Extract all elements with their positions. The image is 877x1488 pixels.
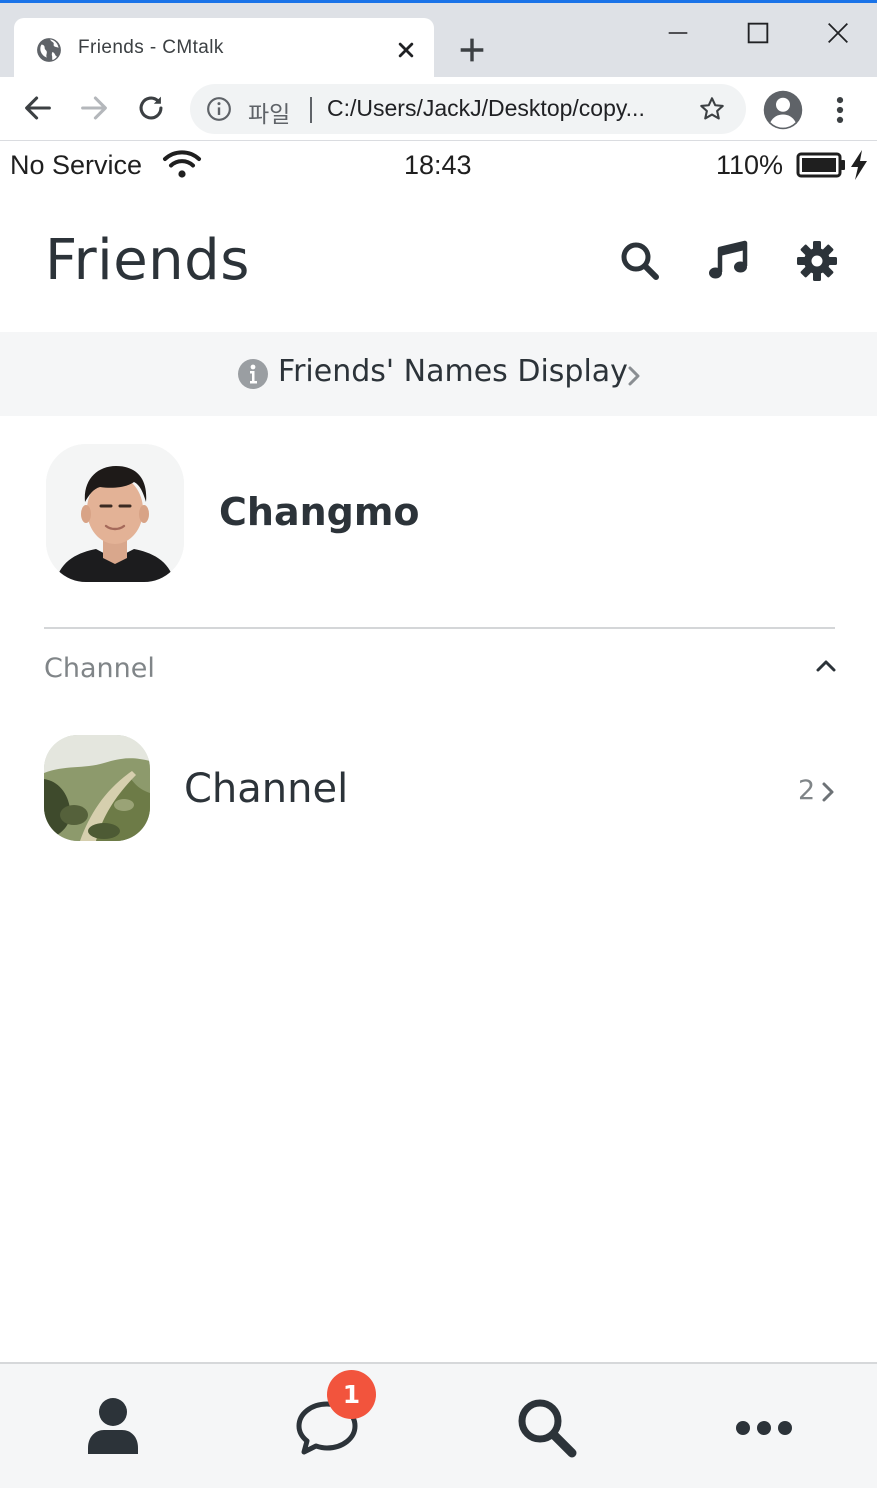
- page-title: Friends: [45, 228, 250, 293]
- avatar[interactable]: [46, 444, 184, 582]
- music-icon[interactable]: [707, 240, 749, 282]
- chevron-up-icon[interactable]: [814, 654, 838, 676]
- charging-bolt-icon: [851, 150, 867, 180]
- minimize-icon[interactable]: [662, 17, 694, 49]
- my-profile-name[interactable]: Changmo: [219, 490, 420, 534]
- section-label: Channel: [44, 653, 155, 684]
- gear-icon[interactable]: [796, 240, 838, 282]
- reload-icon[interactable]: [134, 91, 168, 125]
- tab-strip: Friends - CMtalk: [0, 3, 877, 80]
- more-icon[interactable]: [731, 1394, 797, 1460]
- browser-toolbar: 파일 C:/Users/JackJ/Desktop/copy...: [0, 77, 877, 141]
- bookmark-star-icon[interactable]: [698, 95, 726, 123]
- channel-count: 2: [798, 775, 816, 806]
- search-icon[interactable]: [619, 240, 661, 282]
- info-circle-icon: [238, 359, 268, 389]
- address-scheme: 파일: [248, 102, 291, 128]
- tab-title: Friends - CMtalk: [78, 37, 224, 58]
- status-bar: No Service 18:43 110%: [0, 142, 877, 190]
- kebab-menu-icon[interactable]: [828, 93, 852, 127]
- bottom-tab-bar: [0, 1362, 877, 1488]
- list-item[interactable]: Channel 2: [0, 720, 877, 860]
- address-url[interactable]: C:/Users/JackJ/Desktop/copy...: [327, 95, 645, 122]
- maximize-icon[interactable]: [742, 17, 774, 49]
- names-display-text: Friends' Names Display: [278, 354, 628, 389]
- chevron-right-icon: [628, 366, 640, 386]
- forward-arrow-icon[interactable]: [77, 91, 111, 125]
- address-separator: [310, 97, 312, 123]
- profile-avatar-icon[interactable]: [762, 89, 804, 131]
- back-arrow-icon[interactable]: [21, 91, 55, 125]
- address-bar[interactable]: 파일 C:/Users/JackJ/Desktop/copy...: [190, 84, 746, 134]
- battery-icon: [796, 152, 845, 178]
- battery-percent: 110%: [716, 150, 784, 180]
- search-icon[interactable]: [513, 1394, 579, 1460]
- browser-tab[interactable]: Friends - CMtalk: [14, 18, 434, 80]
- carrier-text: No Service: [10, 150, 143, 180]
- info-icon[interactable]: [206, 96, 232, 122]
- clock-text: 18:43: [404, 150, 472, 180]
- channel-photo: [44, 735, 150, 841]
- profile-photo: [46, 444, 184, 582]
- wifi-icon: [163, 150, 201, 178]
- section-divider: [44, 627, 835, 629]
- names-display-banner[interactable]: Friends' Names Display: [0, 332, 877, 416]
- channel-name: Channel: [184, 766, 349, 812]
- chevron-right-icon: [822, 782, 834, 802]
- channel-avatar: [44, 735, 150, 841]
- person-icon[interactable]: [80, 1394, 146, 1460]
- window-close-icon[interactable]: [822, 17, 854, 49]
- globe-icon: [37, 38, 61, 62]
- new-tab-icon[interactable]: [455, 33, 489, 67]
- tab-close-icon[interactable]: [392, 36, 420, 64]
- unread-badge: 1: [327, 1370, 376, 1419]
